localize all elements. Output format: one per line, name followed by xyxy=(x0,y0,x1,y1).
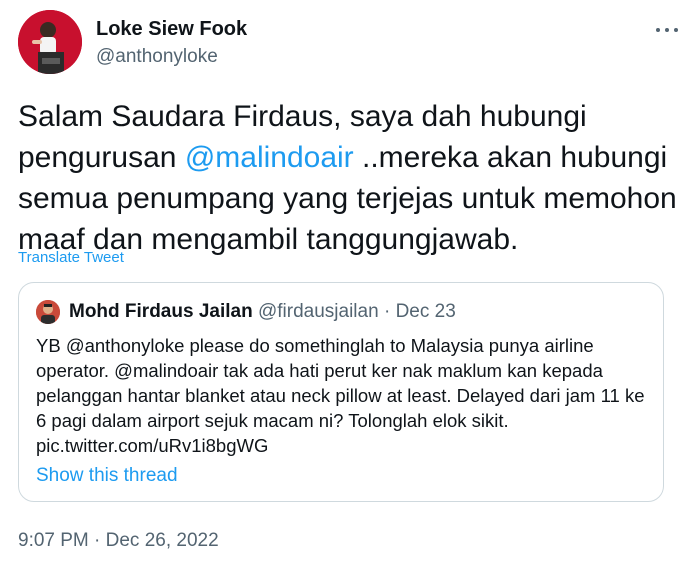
author-avatar-image xyxy=(18,10,82,74)
tweet: Loke Siew Fook @anthonyloke Salam Saudar… xyxy=(0,0,700,571)
more-horizontal-icon[interactable] xyxy=(652,20,682,40)
tweet-text: Salam Saudara Firdaus, saya dah hubungi … xyxy=(18,96,688,260)
quoted-separator: · xyxy=(383,301,391,322)
quoted-avatar-image xyxy=(36,300,60,324)
mention-link[interactable]: @malindoair xyxy=(185,141,354,174)
quoted-author-handle[interactable]: @firdausjailan xyxy=(258,301,379,322)
quoted-tweet[interactable]: Mohd Firdaus Jailan @firdausjailan · Dec… xyxy=(18,282,664,502)
show-thread-link[interactable]: Show this thread xyxy=(36,465,178,487)
quoted-tweet-text: YB @anthonyloke please do somethinglah t… xyxy=(36,335,645,456)
translate-tweet-link[interactable]: Translate Tweet xyxy=(18,249,124,266)
author-avatar[interactable] xyxy=(18,10,82,74)
tweet-timestamp[interactable]: 9:07 PM · Dec 26, 2022 xyxy=(18,530,219,552)
author-handle[interactable]: @anthonyloke xyxy=(96,46,218,68)
author-name[interactable]: Loke Siew Fook xyxy=(96,18,247,41)
quoted-author-avatar[interactable] xyxy=(36,300,60,324)
quoted-author-name[interactable]: Mohd Firdaus Jailan xyxy=(69,301,253,322)
quoted-tweet-header: Mohd Firdaus Jailan @firdausjailan · Dec… xyxy=(69,301,456,323)
quoted-date[interactable]: Dec 23 xyxy=(396,301,456,322)
